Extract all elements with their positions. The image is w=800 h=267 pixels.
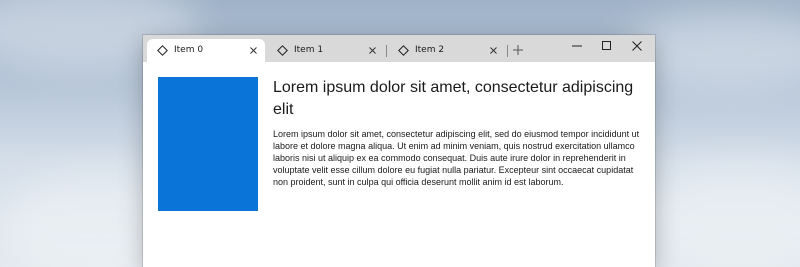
minimize-icon [572,45,582,47]
article-body: Lorem ipsum dolor sit amet, consectetur … [273,129,640,187]
diamond-icon [157,45,168,56]
tab-content: Lorem ipsum dolor sit amet, consectetur … [143,62,655,267]
content-image [158,77,258,211]
background-cloud [640,160,800,267]
tab-item-2[interactable]: Item 2 [388,39,505,62]
article-title: Lorem ipsum dolor sit amet, consectetur … [273,79,634,118]
close-icon [632,41,642,51]
minimize-button[interactable] [561,35,593,57]
tab-label: Item 1 [294,45,324,55]
close-tab-icon[interactable] [367,45,378,56]
tab-separator [507,45,508,57]
diamond-icon [398,45,409,56]
close-tab-icon[interactable] [488,45,499,56]
tab-item-1[interactable]: Item 1 [267,39,384,62]
app-window: Item 0 Item 1 Item 2 Lorem ipsum dolor s… [143,35,655,267]
plus-icon[interactable] [511,43,525,57]
tab-label: Item 0 [174,45,204,55]
close-tab-icon[interactable] [248,45,259,56]
tab-separator [386,45,387,57]
tab-label: Item 2 [415,45,445,55]
maximize-button[interactable] [591,35,623,57]
diamond-icon [277,45,288,56]
maximize-icon [602,41,611,50]
title-bar[interactable]: Item 0 Item 1 Item 2 [143,35,655,62]
close-window-button[interactable] [621,35,653,57]
tab-item-0[interactable]: Item 0 [147,39,265,62]
